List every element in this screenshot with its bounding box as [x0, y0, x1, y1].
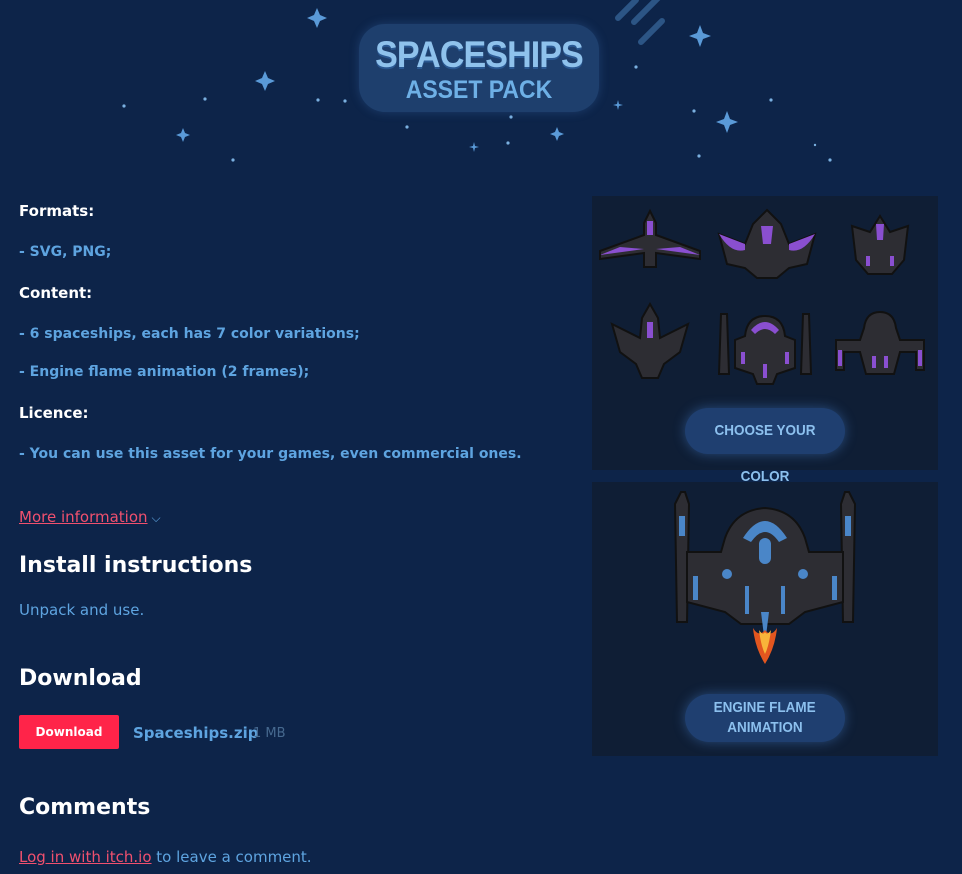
comments-heading: Comments	[19, 795, 151, 820]
banner-subtitle: ASSET PACK	[405, 76, 553, 104]
engine-flame-label: ENGINE FLAME ANIMATION	[685, 694, 845, 742]
licence-heading: Licence:	[19, 404, 89, 422]
formats-heading: Formats:	[19, 202, 95, 220]
banner-title: SPACESHIPS	[375, 34, 584, 75]
more-information-label: More information	[19, 508, 148, 526]
download-button[interactable]: Download	[19, 715, 119, 749]
login-link[interactable]: Log in with itch.io	[19, 848, 152, 866]
login-prompt: Log in with itch.io to leave a comment.	[19, 848, 312, 866]
login-suffix: to leave a comment.	[151, 848, 312, 866]
download-heading: Download	[19, 666, 142, 691]
screenshot-color-variations[interactable]: CHOOSE YOUR COLOR	[592, 196, 938, 485]
chevron-down-icon: ⌵	[151, 511, 161, 525]
install-heading: Install instructions	[19, 553, 253, 578]
content-line-1: - 6 spaceships, each has 7 color variati…	[19, 326, 360, 342]
formats-line: - SVG, PNG;	[19, 244, 112, 260]
choose-color-label: CHOOSE YOUR COLOR	[685, 408, 845, 485]
content-line-2: - Engine flame animation (2 frames);	[19, 364, 310, 380]
file-name: Spaceships.zip	[133, 724, 259, 742]
content-heading: Content:	[19, 284, 93, 302]
licence-line: - You can use this asset for your games,…	[19, 446, 522, 462]
more-information-link[interactable]: More information ⌵	[19, 508, 161, 526]
install-text: Unpack and use.	[19, 601, 145, 619]
screenshot-engine-flame[interactable]: ENGINE FLAME ANIMATION	[592, 482, 938, 756]
title-banner: SPACESHIPS ASSET PACK	[359, 24, 599, 112]
file-size: 1 MB	[253, 726, 286, 741]
